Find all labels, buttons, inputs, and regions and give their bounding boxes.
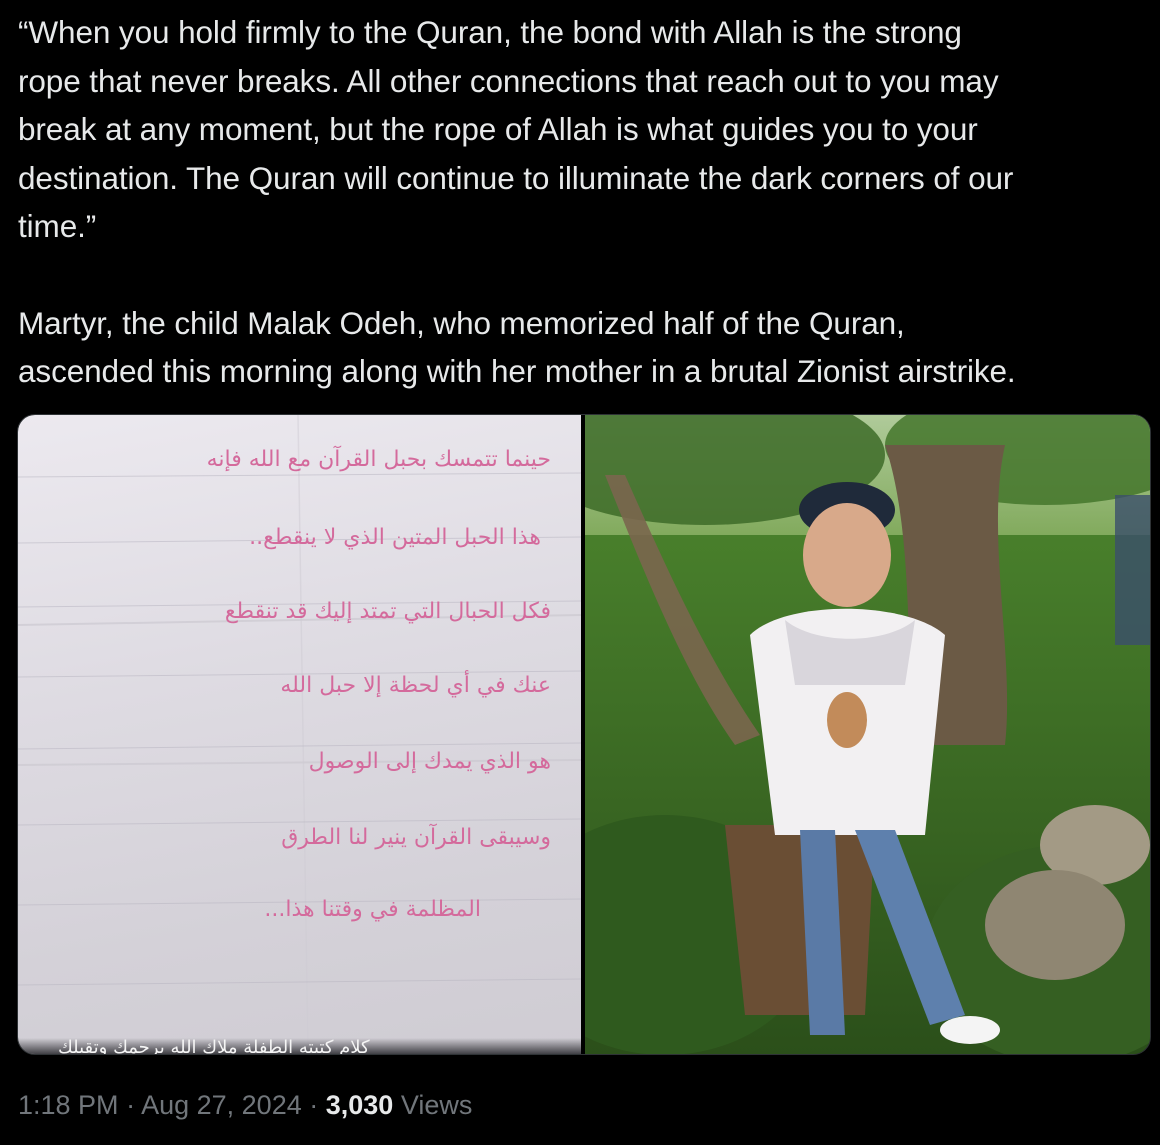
child-photo[interactable]	[585, 415, 1150, 1054]
tweet-line: “When you hold firmly to the Quran, the …	[18, 14, 962, 50]
meta-separator: ·	[118, 1090, 142, 1120]
tweet-meta: 1:18 PM · Aug 27, 2024 · 3,030 Views	[18, 1088, 472, 1122]
tweet-paragraph-martyr: Martyr, the child Malak Odeh, who memori…	[18, 299, 1148, 396]
handwritten-line: عنك في أي لحظة إلا حبل الله	[280, 673, 551, 698]
paper-texture	[18, 415, 581, 1054]
meta-separator: ·	[301, 1090, 326, 1120]
handwritten-line: هو الذي يمدك إلى الوصول	[308, 749, 551, 774]
tweet-paragraph-quote: “When you hold firmly to the Quran, the …	[18, 8, 1148, 251]
tweet-media[interactable]: حينما تتمسك بحبل القرآن مع الله فإنه هذا…	[17, 414, 1151, 1055]
tweet-line: ascended this morning along with her mot…	[18, 353, 1016, 389]
handwritten-line: حينما تتمسك بحبل القرآن مع الله فإنه	[206, 447, 551, 472]
child-photo-illustration	[585, 415, 1150, 1054]
tweet-time[interactable]: 1:18 PM	[18, 1090, 119, 1120]
image-caption-text: كلام كتبته الطفلة ملاك الله يرحمك وتقبلك	[58, 1038, 370, 1054]
tweet-line: break at any moment, but the rope of All…	[18, 111, 978, 147]
tweet-line: time.”	[18, 208, 97, 244]
image-caption-strip: كلام كتبته الطفلة ملاك الله يرحمك وتقبلك	[18, 1038, 581, 1054]
handwritten-line: وسيبقى القرآن ينير لنا الطرق	[281, 825, 551, 850]
tweet-text: “When you hold firmly to the Quran, the …	[18, 8, 1148, 396]
tweet-line: rope that never breaks. All other connec…	[18, 62, 999, 99]
handwritten-line: فكل الحبال التي تمتد إليك قد تنقطع	[224, 599, 551, 624]
views-label: Views	[393, 1090, 473, 1120]
tweet-line: destination. The Quran will continue to …	[18, 159, 1014, 196]
views-count: 3,030	[325, 1090, 394, 1120]
handwritten-line: هذا الحبل المتين الذي لا ينقطع..	[249, 525, 541, 550]
handwritten-note-image[interactable]: حينما تتمسك بحبل القرآن مع الله فإنه هذا…	[18, 415, 581, 1054]
handwritten-line: المظلمة في وقتنا هذا...	[264, 897, 481, 922]
tweet-date[interactable]: Aug 27, 2024	[141, 1090, 302, 1120]
tweet-line: Martyr, the child Malak Odeh, who memori…	[18, 304, 905, 341]
